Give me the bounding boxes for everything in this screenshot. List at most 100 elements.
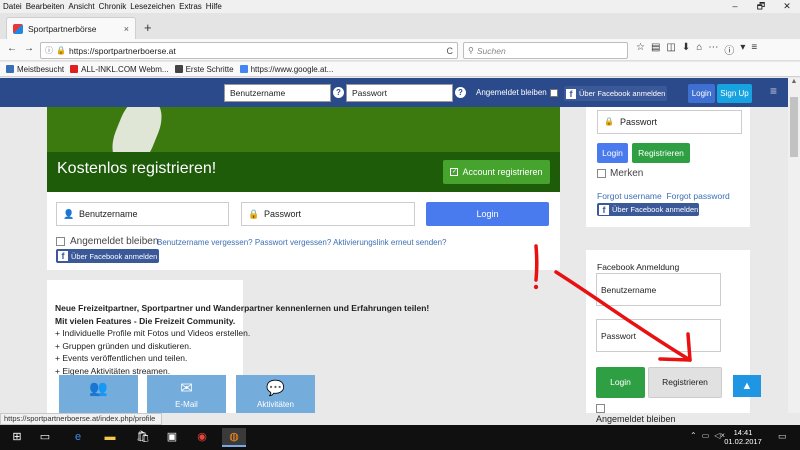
back-arrow-icon[interactable]: ← [7, 43, 17, 54]
menu-datei[interactable]: Datei [3, 2, 22, 11]
bookmark-item[interactable]: Erste Schritte [174, 65, 234, 74]
dropdown-icon[interactable]: ▾ [740, 42, 745, 57]
extension-icon[interactable]: ⓘ [724, 42, 734, 57]
tile-activities[interactable]: 💬 Aktivitäten [236, 375, 315, 413]
info-subline: Mit vielen Features - Die Freizeit Commu… [55, 315, 236, 326]
url-bar[interactable]: ⓘ 🔒 https://sportpartnerboerse.at C [40, 42, 458, 59]
browser-tab[interactable]: Sportpartnerbörse × [6, 17, 136, 39]
header-stay-logged-in[interactable]: Angemeldet bleiben [476, 88, 558, 97]
side-password-input[interactable]: 🔒 Passwort [597, 110, 742, 134]
tray-expand-icon[interactable]: ⌃ [690, 431, 697, 440]
header-facebook-login-button[interactable]: f Über Facebook anmelden [564, 86, 667, 101]
new-tab-button[interactable]: + [144, 20, 152, 35]
notification-icon[interactable]: ▭ [778, 431, 787, 442]
password-input[interactable]: 🔒 Passwort [241, 202, 415, 226]
side-register-button[interactable]: Registrieren [632, 143, 690, 163]
forgot-credentials-links[interactable]: Forgot username Forgot password [597, 191, 730, 201]
side-login-button[interactable]: Login [597, 143, 628, 163]
menu-lesezeichen[interactable]: Lesezeichen [130, 2, 175, 11]
login-button[interactable]: Login [426, 202, 549, 226]
menu-bar: Datei Bearbeiten Ansicht Chronik Lesezei… [0, 0, 800, 13]
header-signup-button[interactable]: Sign Up [717, 84, 752, 103]
scrollbar-thumb[interactable] [790, 97, 798, 157]
reload-icon[interactable]: C [447, 46, 454, 56]
facebook-login-heading: Facebook Anmeldung [597, 262, 680, 272]
header-password-input[interactable]: Passwort [346, 84, 453, 102]
facebook-login-button[interactable]: f Über Facebook anmelden [56, 249, 159, 263]
status-url: https://sportpartnerboerse.at/index.php/… [0, 413, 162, 425]
chrome-icon[interactable]: ◉ [190, 428, 214, 447]
side-facebook-login-button[interactable]: f Über Facebook anmelden [597, 203, 699, 216]
remember-label: Merken [610, 168, 644, 179]
checkbox-icon: ✓ [450, 168, 459, 176]
remember-checkbox[interactable] [597, 169, 606, 178]
edge-icon[interactable]: e [66, 428, 90, 447]
pocket-icon[interactable]: ◫ [666, 42, 675, 57]
windows-start-icon[interactable]: ⊞ [5, 428, 29, 447]
register-title: Kostenlos registrieren! [57, 160, 217, 177]
scroll-up-icon[interactable]: ▲ [788, 78, 800, 88]
stay-logged-in-checkbox[interactable] [56, 237, 65, 246]
bookmark-star-icon[interactable]: ☆ [636, 42, 645, 57]
feature-item: + Gruppen gründen und diskutieren. [55, 340, 192, 351]
stay-logged-in-checkbox[interactable] [549, 88, 558, 97]
home-icon[interactable]: ⌂ [696, 42, 702, 57]
header-menu-icon[interactable]: ≡ [770, 84, 777, 98]
tile-label: Aktivitäten [257, 400, 294, 409]
firefox-icon[interactable]: ◍ [222, 428, 246, 447]
bookmark-item[interactable]: Meistbesucht [6, 65, 64, 74]
forgot-links[interactable]: Benutzername vergessen? Passwort vergess… [157, 238, 447, 247]
minimize-button[interactable]: – [722, 0, 748, 13]
bookmark-label: https://www.google.at... [250, 64, 334, 74]
store-icon[interactable]: 🛍 [131, 428, 155, 447]
hamburger-menu-icon[interactable]: ≡ [751, 42, 757, 57]
reading-list-icon[interactable]: ▤ [651, 42, 660, 57]
back-to-top-button[interactable]: ▲ [733, 375, 761, 397]
tile-members[interactable]: 👥 [59, 375, 138, 413]
info-headline: Neue Freizeitpartner, Sportpartner und W… [55, 303, 430, 313]
task-view-icon[interactable]: ▭ [33, 428, 57, 447]
facebook-login-label: Über Facebook anmelden [579, 89, 666, 98]
fb-password-input[interactable]: Passwort [596, 319, 721, 352]
header-username-input[interactable]: Benutzername [224, 84, 331, 102]
bookmarks-bar: Meistbesucht ALL-INKL.COM Webm... Erste … [0, 62, 800, 77]
help-icon[interactable]: ? [333, 87, 344, 98]
tab-close-icon[interactable]: × [124, 24, 129, 34]
restore-button[interactable]: 🗗 [748, 0, 774, 13]
bookmark-favicon-icon [174, 65, 183, 73]
more-icon[interactable]: ⋯ [708, 42, 718, 57]
site-favicon-icon [13, 23, 23, 34]
taskbar-clock[interactable]: 14:41 01.02.2017 [720, 428, 766, 446]
username-input[interactable]: 👤 Benutzername [56, 202, 229, 226]
fb-stay-checkbox[interactable] [596, 404, 605, 413]
menu-bearbeiten[interactable]: Bearbeiten [26, 2, 65, 11]
account-register-button[interactable]: ✓ Account registrieren [443, 160, 550, 184]
info-icon[interactable]: ⓘ [45, 45, 53, 56]
menu-hilfe[interactable]: Hilfe [206, 2, 222, 11]
media-app-icon[interactable]: ▣ [160, 428, 184, 447]
facebook-icon: f [566, 88, 576, 99]
search-icon: ⚲ [468, 46, 474, 55]
network-icon[interactable]: ▭ [702, 431, 710, 440]
fb-register-button[interactable]: Registrieren [648, 367, 722, 398]
fb-username-input[interactable]: Benutzername [596, 273, 721, 306]
fb-login-button[interactable]: Login [596, 367, 645, 398]
menu-ansicht[interactable]: Ansicht [68, 2, 94, 11]
search-bar[interactable]: ⚲ Suchen [463, 42, 628, 59]
url-text[interactable]: https://sportpartnerboerse.at [69, 46, 447, 56]
stay-logged-in-label: Angemeldet bleiben [70, 236, 159, 247]
tile-email[interactable]: ✉ E-Mail [147, 375, 226, 413]
download-icon[interactable]: ⬇ [682, 42, 690, 57]
fb-stay-label: Angemeldet bleiben [596, 414, 676, 424]
header-login-button[interactable]: Login [688, 84, 715, 103]
bookmark-item[interactable]: ALL-INKL.COM Webm... [70, 65, 169, 74]
menu-chronik[interactable]: Chronik [99, 2, 127, 11]
fb-username-placeholder: Benutzername [601, 284, 657, 295]
side-password-placeholder: Passwort [620, 117, 658, 127]
file-explorer-icon[interactable]: ▬ [98, 428, 122, 447]
help-icon[interactable]: ? [455, 87, 466, 98]
forward-arrow-icon[interactable]: → [24, 43, 34, 54]
menu-extras[interactable]: Extras [179, 2, 202, 11]
close-window-button[interactable]: ✕ [774, 0, 800, 13]
bookmark-item[interactable]: https://www.google.at... [239, 64, 334, 74]
